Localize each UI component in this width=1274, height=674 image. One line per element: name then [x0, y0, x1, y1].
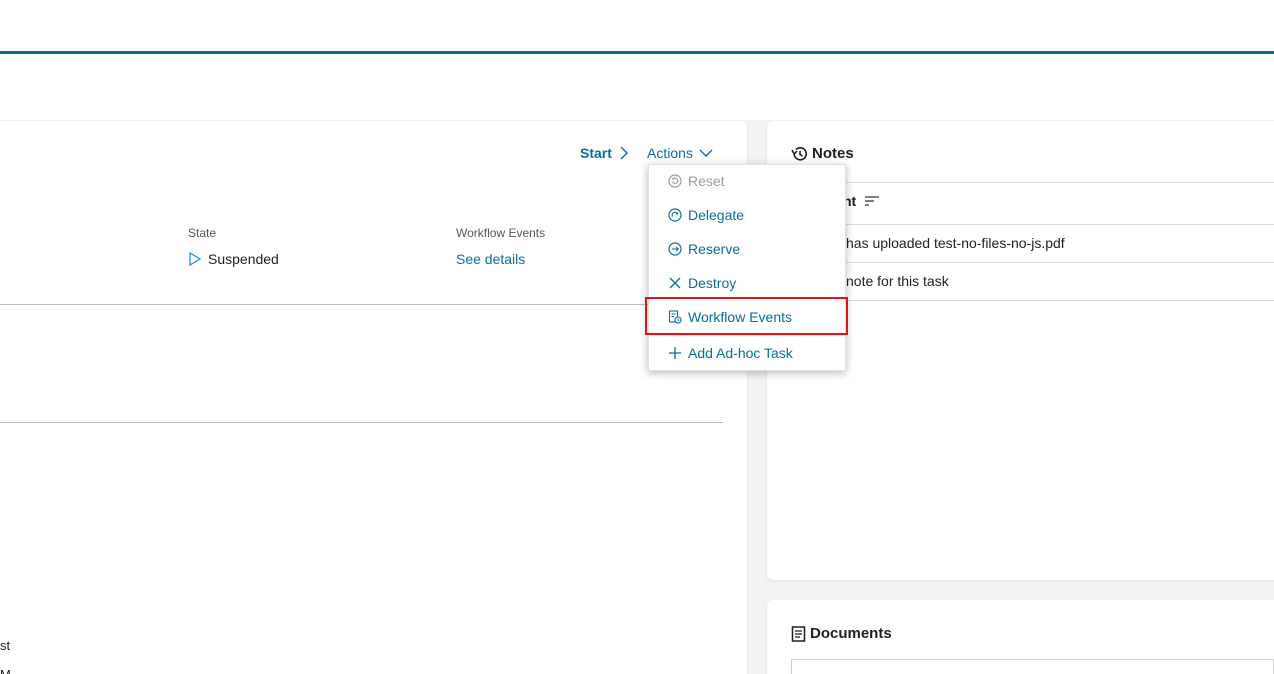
page-header-band	[0, 54, 1274, 120]
start-button[interactable]: Start	[580, 145, 628, 161]
menu-item-reset: Reset	[668, 173, 725, 189]
menu-item-add-adhoc-task[interactable]: Add Ad-hoc Task	[668, 345, 793, 361]
list-item: has uploaded test-no-files-no-js.pdf	[846, 235, 1065, 251]
section-divider	[0, 304, 747, 305]
menu-item-label: Destroy	[688, 275, 737, 291]
notes-divider	[791, 300, 1274, 301]
highlight-box	[645, 297, 848, 335]
list-item: note for this task	[846, 273, 949, 289]
delegate-icon	[668, 208, 682, 222]
plus-icon	[668, 346, 682, 360]
menu-item-delegate[interactable]: Delegate	[668, 207, 744, 223]
notes-divider	[791, 262, 1274, 263]
history-icon	[791, 146, 808, 162]
chevron-down-icon	[699, 149, 713, 157]
state-value-text: Suspended	[208, 251, 279, 267]
notes-divider	[791, 224, 1274, 225]
notes-column-header[interactable]: nt	[843, 193, 880, 209]
documents-table	[791, 659, 1274, 674]
document-icon	[791, 625, 806, 642]
close-icon	[668, 276, 682, 290]
start-label: Start	[580, 145, 612, 161]
menu-item-reserve[interactable]: Reserve	[668, 241, 740, 257]
actions-label: Actions	[647, 145, 693, 161]
documents-title-text: Documents	[810, 625, 892, 642]
reserve-icon	[668, 242, 682, 256]
menu-divider	[649, 335, 847, 336]
task-details-card	[0, 121, 747, 674]
see-details-link[interactable]: See details	[456, 251, 525, 267]
documents-title: Documents	[791, 625, 892, 642]
sort-icon	[864, 195, 880, 207]
section-divider	[0, 422, 723, 423]
actions-dropdown-button[interactable]: Actions	[647, 145, 713, 161]
notes-title: Notes	[791, 145, 854, 162]
text-fragment: st	[0, 638, 11, 653]
notes-title-text: Notes	[812, 145, 854, 162]
notes-divider	[791, 182, 1274, 183]
reset-icon	[668, 174, 682, 188]
menu-item-label: Reserve	[688, 241, 741, 257]
workflow-events-label: Workflow Events	[456, 226, 546, 240]
menu-item-label: Reset	[688, 173, 725, 189]
menu-item-label: Add Ad-hoc Task	[688, 345, 793, 361]
top-navigation-bar	[0, 0, 1274, 54]
state-label: State	[188, 226, 217, 240]
menu-item-label: Delegate	[688, 207, 745, 223]
state-value: Suspended	[188, 251, 279, 267]
actions-menu: Reset Delegate Reserve Destroy Workflow …	[648, 164, 847, 371]
text-fragment: M	[0, 667, 11, 674]
chevron-right-icon	[620, 146, 628, 160]
play-icon	[188, 252, 202, 266]
menu-item-destroy[interactable]: Destroy	[668, 275, 736, 291]
